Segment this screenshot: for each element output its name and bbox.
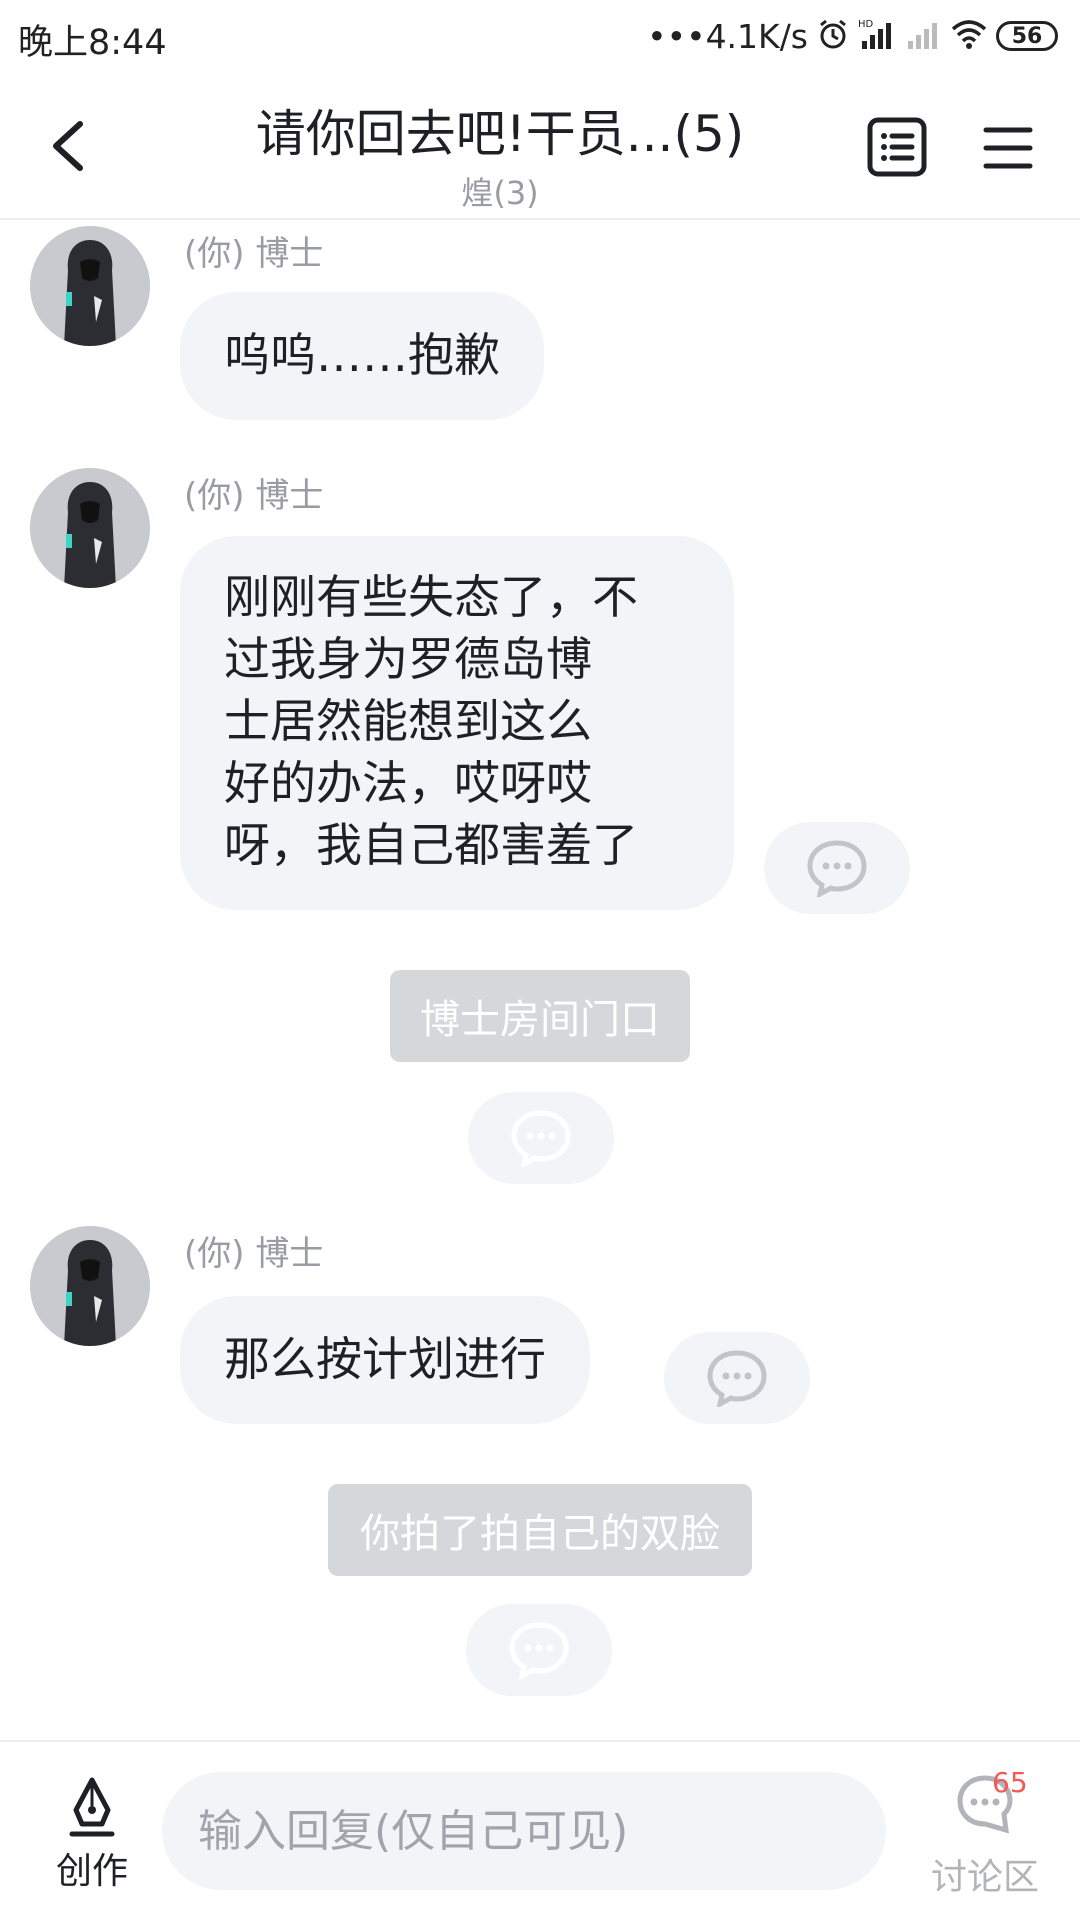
- avatar[interactable]: [30, 226, 150, 346]
- comment-icon: [807, 840, 867, 897]
- menu-button[interactable]: [980, 120, 1036, 176]
- message-item: (你) 博士 呜呜……抱歉: [0, 226, 1080, 426]
- bottom-bar: 创作 65 讨论区: [0, 1740, 1080, 1920]
- message-item: (你) 博士 那么按计划进行: [0, 1226, 1080, 1426]
- comment-button[interactable]: [764, 822, 910, 914]
- signal-empty-icon: [906, 17, 942, 55]
- chat-area[interactable]: (你) 博士 呜呜……抱歉 (你) 博士 刚刚有些失态了，不 过我身为罗德岛博 …: [0, 220, 1080, 1740]
- message-line: 好的办法，哎呀哎: [224, 756, 592, 810]
- message-item: (你) 博士 刚刚有些失态了，不 过我身为罗德岛博 士居然能想到这么 好的办法，…: [0, 468, 1080, 928]
- network-speed: •••4.1K/s: [647, 16, 808, 56]
- page-title: 请你回去吧!干员...(5): [255, 105, 745, 163]
- avatar[interactable]: [30, 1226, 150, 1346]
- back-icon: [53, 121, 83, 171]
- discussion-button[interactable]: 65 讨论区: [920, 1764, 1050, 1904]
- message-bubble[interactable]: 呜呜……抱歉: [180, 292, 544, 420]
- comment-button[interactable]: [466, 1604, 612, 1696]
- page-subtitle: 煌(3): [461, 174, 539, 212]
- message-line: 士居然能想到这么: [224, 694, 592, 748]
- comment-icon: [511, 1110, 571, 1167]
- chat-header: 请你回去吧!干员...(5) 煌(3): [0, 76, 1080, 220]
- message-line: 刚刚有些失态了，不: [224, 570, 638, 624]
- status-icons: •••4.1K/s HD 56: [647, 14, 1058, 58]
- create-button[interactable]: 创作: [40, 1776, 144, 1896]
- wifi-icon: [950, 17, 988, 55]
- hd-signal-icon: HD: [858, 17, 898, 55]
- avatar[interactable]: [30, 468, 150, 588]
- sender-name: (你) 博士: [184, 234, 324, 274]
- message-bubble[interactable]: 那么按计划进行: [180, 1296, 590, 1424]
- avatar-image: [30, 468, 150, 588]
- comment-button[interactable]: [664, 1332, 810, 1424]
- reply-input[interactable]: [162, 1772, 886, 1890]
- alarm-icon: [816, 17, 850, 55]
- sender-name: (你) 博士: [184, 476, 324, 516]
- comment-icon: [509, 1622, 569, 1679]
- message-bubble[interactable]: 刚刚有些失态了，不 过我身为罗德岛博 士居然能想到这么 好的办法，哎呀哎 呀，我…: [180, 536, 734, 910]
- discussion-icon: [957, 1775, 1013, 1834]
- narration-label: 博士房间门口: [390, 970, 690, 1062]
- battery-indicator: 56: [996, 21, 1058, 51]
- list-icon: [867, 117, 927, 177]
- narration-label: 你拍了拍自己的双脸: [328, 1484, 752, 1576]
- comment-icon: [707, 1350, 767, 1407]
- create-label: 创作: [55, 1851, 128, 1892]
- status-bar: 晚上8:44 •••4.1K/s HD 56: [0, 0, 1080, 76]
- sender-name: (你) 博士: [184, 1234, 324, 1274]
- pen-nib-icon: [69, 1777, 115, 1837]
- list-button[interactable]: [864, 114, 930, 180]
- status-time: 晚上8:44: [18, 23, 167, 63]
- message-line: 过我身为罗德岛博: [224, 632, 592, 686]
- avatar-image: [30, 226, 150, 346]
- discussion-count-badge: 65: [992, 1766, 1028, 1799]
- discussion-label: 讨论区: [930, 1857, 1039, 1898]
- menu-icon: [983, 127, 1033, 169]
- svg-text:HD: HD: [858, 19, 874, 30]
- comment-button[interactable]: [468, 1092, 614, 1184]
- message-line: 呀，我自己都害羞了: [224, 818, 638, 872]
- back-button[interactable]: [40, 116, 100, 176]
- avatar-image: [30, 1226, 150, 1346]
